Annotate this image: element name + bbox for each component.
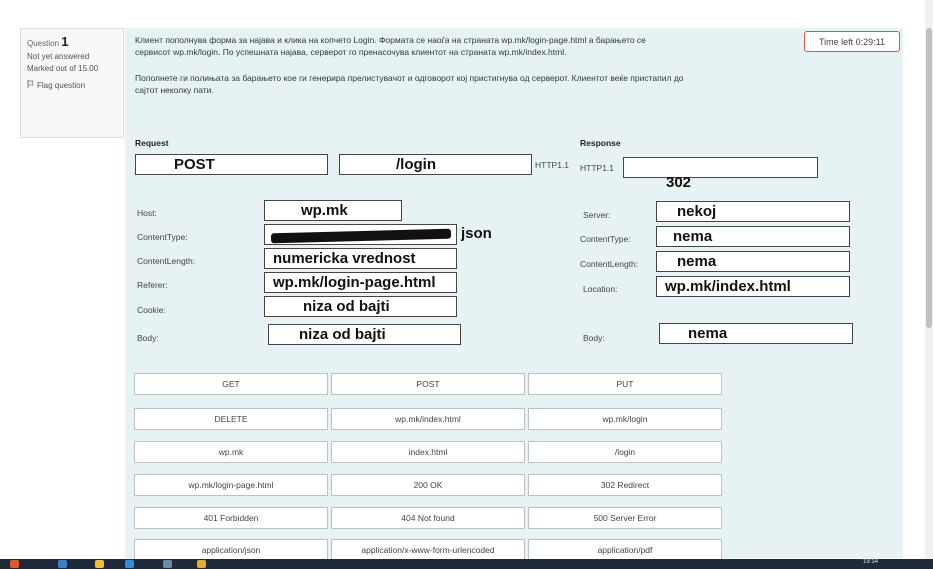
request-path-field[interactable]: /login [339, 154, 532, 175]
time-left-timer: Time left 0:29:11 [804, 31, 900, 52]
taskbar: 19:14 [0, 559, 933, 569]
option-index-html[interactable]: index.html [331, 441, 525, 463]
taskbar-clock: 19:14 [862, 559, 878, 565]
server-label: Server: [583, 210, 611, 220]
flag-icon [27, 80, 34, 91]
question-text-line: Клиент пополнува форма за најава и клика… [135, 35, 646, 45]
response-content-length-label: ContentLength: [580, 259, 639, 269]
question-paragraph-2: Пополнете ги полињата за барањето кое ги… [135, 72, 795, 97]
response-version: HTTP1.1 [580, 163, 615, 173]
response-status-field[interactable] [623, 157, 818, 178]
question-marks: Marked out of 15.00 [27, 64, 99, 74]
question-text-line: Пополнете ги полињата за барањето кое ги… [135, 73, 684, 83]
content-length-label: ContentLength: [137, 256, 196, 266]
question-content: Клиент пополнува форма за најава и клика… [125, 28, 903, 561]
chrome-icon[interactable] [197, 560, 206, 568]
content-type-value: json [461, 225, 492, 242]
option-200-ok[interactable]: 200 OK [331, 474, 525, 496]
location-label: Location: [583, 284, 618, 294]
request-body-field[interactable]: niza od bajti [268, 324, 461, 345]
option-302-redirect[interactable]: 302 Redirect [528, 474, 722, 496]
option-login-page[interactable]: wp.mk/login-page.html [134, 474, 328, 496]
content-length-field[interactable]: numericka vrednost [264, 248, 457, 269]
response-body-field[interactable]: nema [659, 323, 853, 344]
option-application-json[interactable]: application/json [134, 539, 328, 561]
option-404-not-found[interactable]: 404 Not found [331, 507, 525, 529]
response-body-label: Body: [583, 333, 605, 343]
option-wpmk-login[interactable]: wp.mk/login [528, 408, 722, 430]
question-info-panel: Question 1 Not yet answered Marked out o… [20, 28, 124, 138]
request-title: Request [135, 138, 169, 148]
flag-question-link[interactable]: Flag question [27, 80, 117, 91]
vertical-scrollbar[interactable] [925, 0, 933, 560]
response-content-length-field[interactable]: nema [656, 251, 850, 272]
question-number: Question 1 [27, 34, 117, 50]
option-post[interactable]: POST [331, 373, 525, 395]
option-put[interactable]: PUT [528, 373, 722, 395]
cookie-label: Cookie: [137, 305, 166, 315]
response-content-type-field[interactable]: nema [656, 226, 850, 247]
question-status: Not yet answered [27, 52, 90, 62]
option-form-urlencoded[interactable]: application/x-www-form-urlencoded [331, 539, 525, 561]
question-prefix: Question [27, 39, 60, 48]
cookie-field[interactable]: niza od bajti [264, 296, 457, 317]
folder-icon[interactable] [95, 560, 104, 568]
request-method-field[interactable]: POST [135, 154, 328, 175]
option-delete[interactable]: DELETE [134, 408, 328, 430]
question-number-value: 1 [61, 34, 69, 49]
question-text-line: сајтот неколку пати. [135, 85, 214, 96]
option-application-pdf[interactable]: application/pdf [528, 539, 722, 561]
flag-question-label: Flag question [37, 80, 86, 90]
response-content-type-label: ContentType: [580, 234, 631, 244]
response-status-value: 302 [666, 174, 692, 191]
taskbar-app-icon[interactable] [163, 560, 172, 568]
question-text-line: сервисот wp.mk/login. По успешната најав… [135, 47, 567, 58]
host-field[interactable]: wp.mk [264, 200, 402, 221]
edge-icon[interactable] [125, 560, 134, 568]
location-field[interactable]: wp.mk/index.html [656, 276, 850, 297]
taskbar-app-icon[interactable] [58, 560, 67, 568]
request-body-label: Body: [137, 333, 159, 343]
content-type-field[interactable] [264, 224, 457, 245]
content-type-label: ContentType: [137, 232, 188, 242]
request-version: HTTP1.1 [535, 160, 570, 170]
host-label: Host: [137, 208, 157, 218]
option-500-server-error[interactable]: 500 Server Error [528, 507, 722, 529]
option-login-path[interactable]: /login [528, 441, 722, 463]
referer-label: Referer: [137, 280, 168, 290]
response-title: Response [580, 138, 621, 148]
option-wpmk-index[interactable]: wp.mk/index.html [331, 408, 525, 430]
scribbled-out-text [270, 228, 452, 244]
server-field[interactable]: nekoj [656, 201, 850, 222]
scrollbar-thumb[interactable] [926, 28, 932, 328]
start-icon[interactable] [10, 560, 19, 568]
referer-field[interactable]: wp.mk/login-page.html [264, 272, 457, 293]
option-wpmk[interactable]: wp.mk [134, 441, 328, 463]
question-paragraph-1: Клиент пополнува форма за најава и клика… [135, 34, 795, 59]
option-get[interactable]: GET [134, 373, 328, 395]
option-401-forbidden[interactable]: 401 Forbidden [134, 507, 328, 529]
